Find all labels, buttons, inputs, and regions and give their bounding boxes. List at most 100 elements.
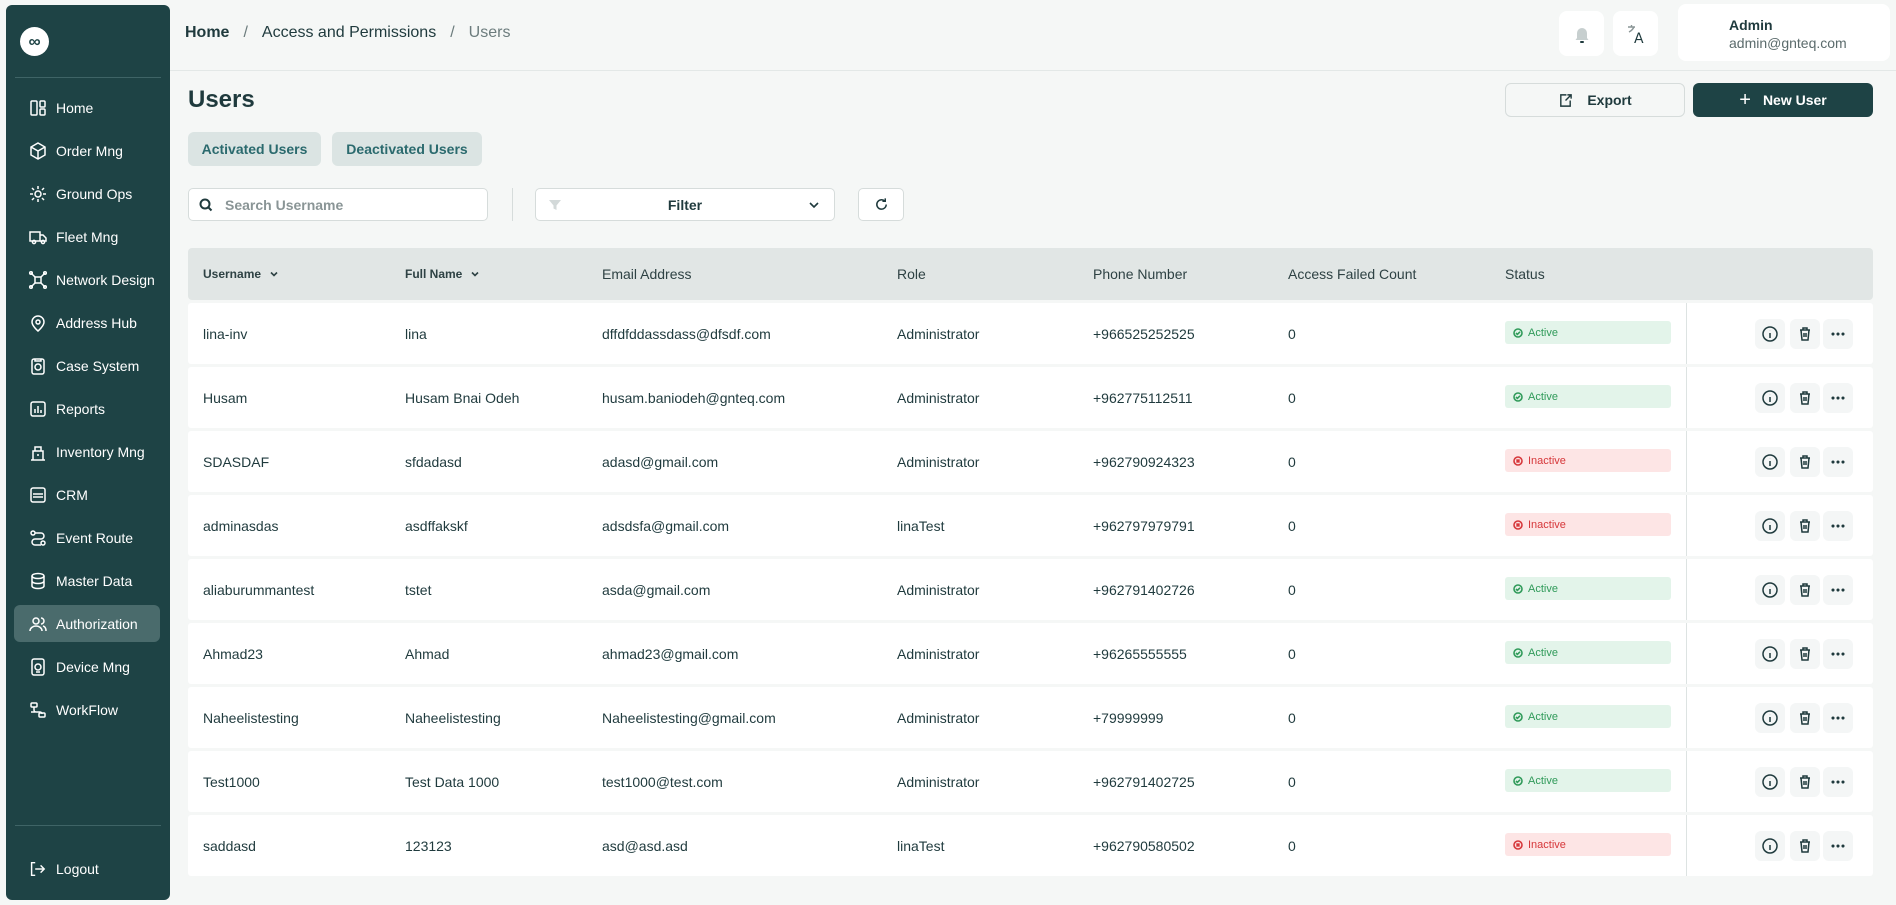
sidebar-item-fleet-mng[interactable]: Fleet Mng bbox=[14, 218, 160, 255]
info-button[interactable] bbox=[1755, 639, 1785, 669]
sidebar-item-case-system[interactable]: Case System bbox=[14, 347, 160, 384]
sidebar-item-address-hub[interactable]: Address Hub bbox=[14, 304, 160, 341]
info-button[interactable] bbox=[1755, 767, 1785, 797]
trash-icon bbox=[1800, 391, 1810, 405]
search-input[interactable] bbox=[225, 196, 465, 213]
sidebar-item-inventory-mng[interactable]: Inventory Mng bbox=[14, 433, 160, 470]
breadcrumb-access-permissions[interactable]: Access and Permissions bbox=[262, 24, 436, 42]
more-options-button[interactable] bbox=[1823, 831, 1853, 861]
cell-role: Administrator bbox=[897, 581, 980, 598]
trash-icon bbox=[1800, 647, 1810, 661]
breadcrumb-home[interactable]: Home bbox=[185, 24, 229, 42]
more-horizontal-icon bbox=[1831, 780, 1845, 784]
sidebar: ∞ Home Order Mng Ground Ops Fleet Mng Networ… bbox=[6, 5, 170, 900]
table-row[interactable]: lina-inv lina dffdfddassdass@dfsdf.com Admi… bbox=[188, 303, 1873, 364]
column-divider bbox=[1686, 495, 1687, 556]
info-icon bbox=[1762, 518, 1778, 534]
delete-button[interactable] bbox=[1790, 767, 1820, 797]
column-header-full-name[interactable]: Full Name bbox=[405, 248, 480, 300]
more-options-button[interactable] bbox=[1823, 319, 1853, 349]
more-options-button[interactable] bbox=[1823, 639, 1853, 669]
table-row[interactable]: Ahmad23 Ahmad ahmad23@gmail.com Administrat… bbox=[188, 623, 1873, 684]
sidebar-nav: Home Order Mng Ground Ops Fleet Mng Network … bbox=[14, 89, 160, 734]
cell-access-failed-count: 0 bbox=[1288, 389, 1296, 406]
sidebar-item-event-route[interactable]: Event Route bbox=[14, 519, 160, 556]
language-button[interactable]: A bbox=[1613, 11, 1658, 56]
sidebar-item-reports[interactable]: Reports bbox=[14, 390, 160, 427]
breadcrumb-separator: / bbox=[243, 24, 248, 41]
cell-email: husam.baniodeh@gnteq.com bbox=[602, 389, 786, 406]
info-button[interactable] bbox=[1755, 703, 1785, 733]
column-header-username[interactable]: Username bbox=[203, 248, 279, 300]
sidebar-item-ground-ops[interactable]: Ground Ops bbox=[14, 175, 160, 212]
delete-button[interactable] bbox=[1790, 831, 1820, 861]
delete-button[interactable] bbox=[1790, 575, 1820, 605]
delete-button[interactable] bbox=[1790, 319, 1820, 349]
cell-username: saddasd bbox=[203, 837, 256, 854]
delete-button[interactable] bbox=[1790, 383, 1820, 413]
toolbar-divider bbox=[512, 188, 513, 221]
x-circle-icon bbox=[1513, 519, 1523, 530]
table-row[interactable]: Husam Husam Bnai Odeh husam.baniodeh@gnteq… bbox=[188, 367, 1873, 428]
table-row[interactable]: aliaburummantest tstet asda@gmail.com Admin… bbox=[188, 559, 1873, 620]
info-button[interactable] bbox=[1755, 319, 1785, 349]
logout-button[interactable]: Logout bbox=[28, 860, 99, 878]
more-options-button[interactable] bbox=[1823, 703, 1853, 733]
sidebar-item-label: Ground Ops bbox=[56, 185, 133, 202]
sidebar-item-home[interactable]: Home bbox=[14, 89, 160, 126]
delete-button[interactable] bbox=[1790, 703, 1820, 733]
status-label: Inactive bbox=[1528, 454, 1566, 467]
refresh-button[interactable] bbox=[858, 188, 904, 221]
info-button[interactable] bbox=[1755, 575, 1785, 605]
tab-activated-users[interactable]: Activated Users bbox=[188, 132, 321, 166]
sidebar-item-workflow[interactable]: WorkFlow bbox=[14, 691, 160, 728]
cell-role: Administrator bbox=[897, 453, 980, 470]
cell-phone: +96265555555 bbox=[1093, 645, 1187, 662]
cell-email: Naheelistesting@gmail.com bbox=[602, 709, 776, 726]
notifications-button[interactable] bbox=[1559, 11, 1604, 56]
filter-dropdown[interactable]: Filter bbox=[535, 188, 835, 221]
cell-phone: +962790924323 bbox=[1093, 453, 1195, 470]
cell-access-failed-count: 0 bbox=[1288, 773, 1296, 790]
app-logo[interactable]: ∞ bbox=[20, 27, 49, 56]
info-icon bbox=[1762, 774, 1778, 790]
user-profile-card[interactable]: Admin admin@gnteq.com bbox=[1678, 4, 1890, 61]
sidebar-item-crm[interactable]: CRM bbox=[14, 476, 160, 513]
check-circle-icon bbox=[1513, 711, 1523, 722]
sidebar-item-authorization[interactable]: Authorization bbox=[14, 605, 160, 642]
more-options-button[interactable] bbox=[1823, 767, 1853, 797]
sidebar-item-master-data[interactable]: Master Data bbox=[14, 562, 160, 599]
device-icon bbox=[28, 657, 48, 677]
table-row[interactable]: SDASDAF sfdadasd adasd@gmail.com Administra… bbox=[188, 431, 1873, 492]
cell-role: Administrator bbox=[897, 389, 980, 406]
table-row[interactable]: adminasdas asdffakskf adsdsfa@gmail.com lin… bbox=[188, 495, 1873, 556]
more-options-button[interactable] bbox=[1823, 383, 1853, 413]
info-icon bbox=[1762, 454, 1778, 470]
sidebar-item-order-mng[interactable]: Order Mng bbox=[14, 132, 160, 169]
sidebar-item-network-design[interactable]: Network Design bbox=[14, 261, 160, 298]
export-button[interactable]: Export bbox=[1505, 83, 1685, 117]
delete-button[interactable] bbox=[1790, 447, 1820, 477]
sidebar-item-device-mng[interactable]: Device Mng bbox=[14, 648, 160, 685]
tab-deactivated-users[interactable]: Deactivated Users bbox=[332, 132, 482, 166]
delete-button[interactable] bbox=[1790, 639, 1820, 669]
table-row[interactable]: Naheelistesting Naheelistesting Naheeliste… bbox=[188, 687, 1873, 748]
table-row[interactable]: Test1000 Test Data 1000 test1000@test.com A… bbox=[188, 751, 1873, 812]
more-options-button[interactable] bbox=[1823, 447, 1853, 477]
more-options-button[interactable] bbox=[1823, 575, 1853, 605]
cell-access-failed-count: 0 bbox=[1288, 325, 1296, 342]
truck-icon bbox=[28, 227, 48, 247]
export-label: Export bbox=[1587, 92, 1632, 108]
info-button[interactable] bbox=[1755, 383, 1785, 413]
column-header-status: Status bbox=[1505, 266, 1545, 282]
delete-button[interactable] bbox=[1790, 511, 1820, 541]
table-row[interactable]: saddasd 123123 asd@asd.asd linaTest +9627905… bbox=[188, 815, 1873, 876]
more-options-button[interactable] bbox=[1823, 511, 1853, 541]
new-user-button[interactable]: + New User bbox=[1693, 83, 1873, 117]
info-button[interactable] bbox=[1755, 447, 1785, 477]
cell-phone: +962797979791 bbox=[1093, 517, 1195, 534]
column-header-role: Role bbox=[897, 266, 926, 282]
info-button[interactable] bbox=[1755, 511, 1785, 541]
info-button[interactable] bbox=[1755, 831, 1785, 861]
breadcrumb-current: Users bbox=[468, 24, 511, 41]
